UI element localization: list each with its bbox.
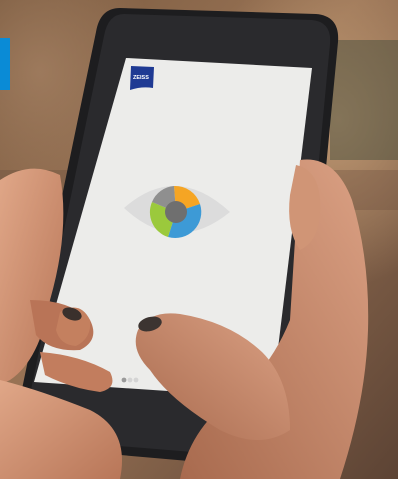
carousel-dots[interactable]: [121, 377, 139, 383]
carousel-dot[interactable]: [127, 377, 133, 383]
zeiss-logo-text: ZEISS: [133, 75, 149, 81]
side-tab: [0, 38, 10, 90]
carousel-dot[interactable]: [133, 377, 139, 383]
carousel-dot[interactable]: [121, 377, 127, 383]
photo-scene: ZEISS: [0, 0, 398, 479]
scene-illustration: ZEISS: [0, 0, 398, 479]
zeiss-logo: ZEISS: [130, 66, 154, 90]
